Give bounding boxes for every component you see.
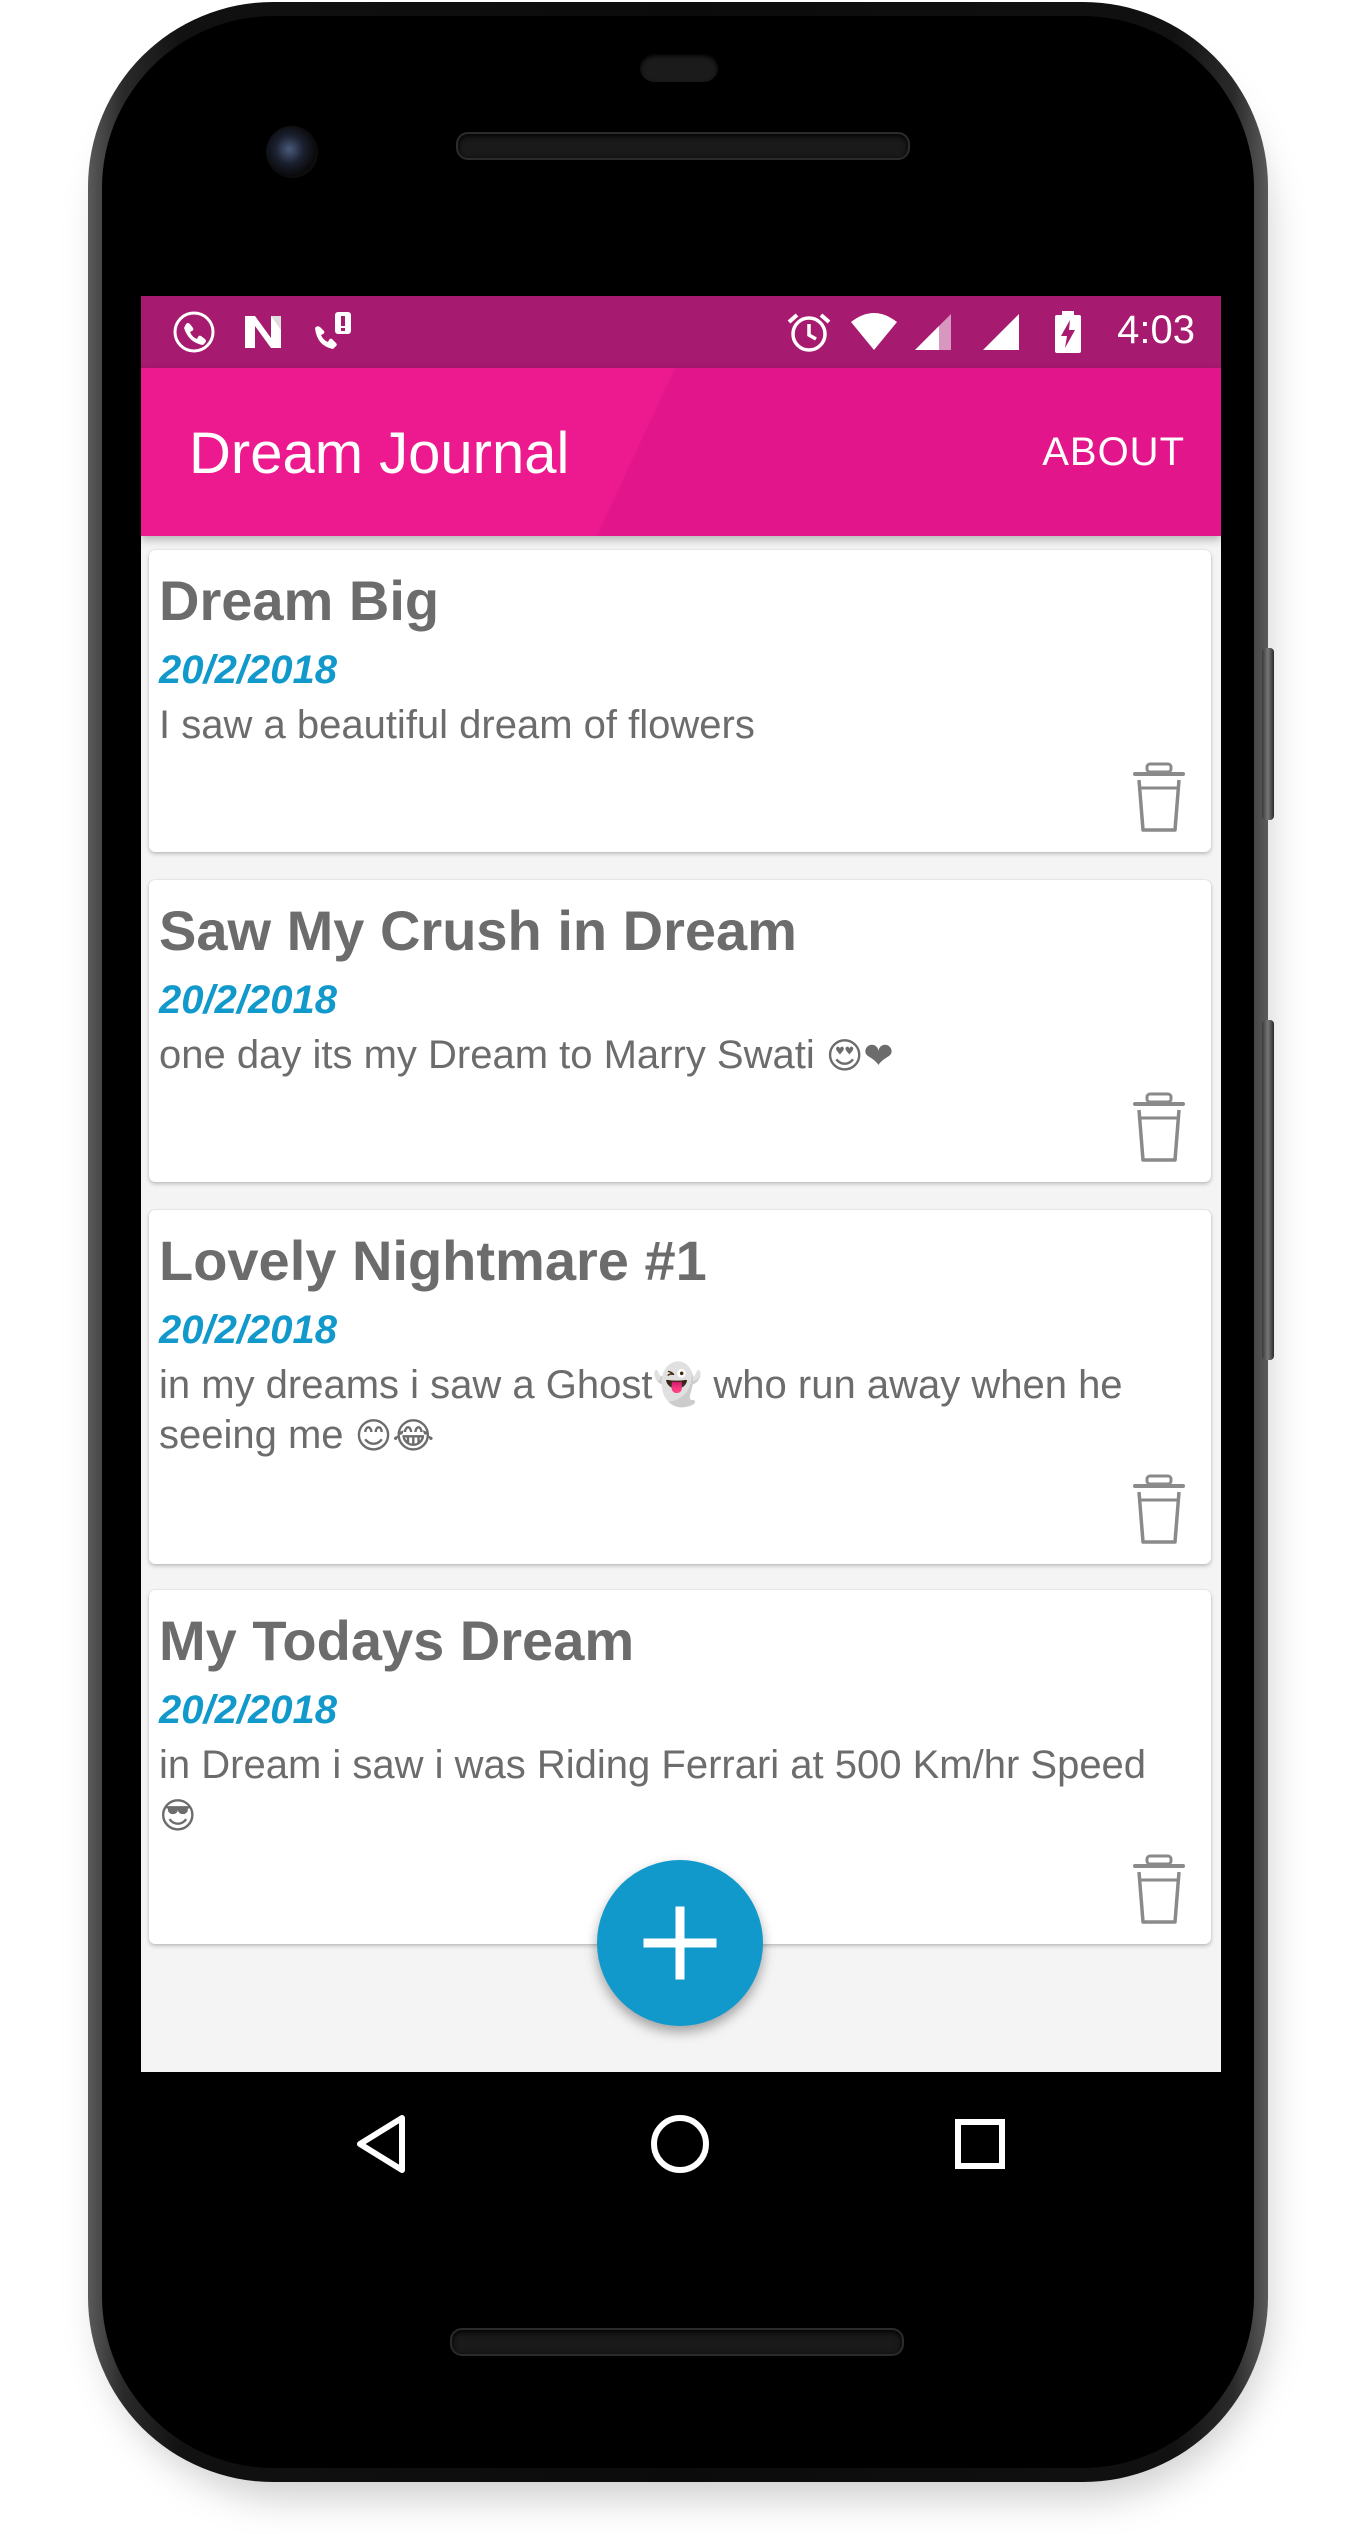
screen: 4:03 Dream Journal ABOUT Dream Big 20/2/…	[141, 296, 1221, 2072]
about-button[interactable]: ABOUT	[1042, 430, 1185, 475]
dream-emojis: 😍❤	[825, 1036, 894, 1077]
dream-card[interactable]: Saw My Crush in Dream 20/2/2018 one day …	[149, 880, 1211, 1182]
status-bar: 4:03	[141, 296, 1221, 368]
battery-charging-icon	[1055, 311, 1081, 353]
trash-icon[interactable]	[1131, 1474, 1187, 1546]
home-icon[interactable]	[648, 2112, 712, 2176]
volume-button	[1262, 1020, 1274, 1360]
trash-icon[interactable]	[1131, 1854, 1187, 1926]
signal-full-icon	[983, 314, 1019, 350]
wifi-icon	[851, 313, 897, 350]
n-logo-icon	[245, 316, 281, 348]
plus-icon	[643, 1906, 717, 1980]
trash-icon[interactable]	[1131, 762, 1187, 834]
dream-emojis: 😎	[159, 1796, 197, 1837]
dream-text: I saw a beautiful dream of flowers	[159, 703, 755, 747]
dream-text: in Dream i saw i was Riding Ferrari at 5…	[159, 1743, 1147, 1787]
dream-title: Lovely Nightmare #1	[159, 1229, 707, 1292]
app-title: Dream Journal	[189, 421, 570, 486]
add-dream-button[interactable]	[597, 1860, 763, 2026]
clock: 4:03	[1117, 308, 1195, 352]
dream-description: I saw a beautiful dream of flowers	[159, 700, 1189, 750]
dream-date: 20/2/2018	[159, 1308, 337, 1352]
power-button	[1262, 648, 1274, 820]
dream-card[interactable]: Lovely Nightmare #1 20/2/2018 in my drea…	[149, 1210, 1211, 1564]
dream-date: 20/2/2018	[159, 1688, 337, 1732]
app-bar: Dream Journal ABOUT	[141, 368, 1221, 536]
recents-icon[interactable]	[954, 2118, 1006, 2170]
device-mockup: 4:03 Dream Journal ABOUT Dream Big 20/2/…	[0, 0, 1370, 2534]
dream-description: in Dream i saw i was Riding Ferrari at 5…	[159, 1740, 1189, 1842]
dream-description: one day its my Dream to Marry Swati 😍❤	[159, 1030, 1189, 1082]
signal-icon	[915, 314, 951, 350]
bottom-speaker	[450, 2328, 904, 2356]
earpiece-speaker	[456, 132, 910, 160]
dream-emojis: 😊😂	[354, 1416, 435, 1457]
back-icon[interactable]	[352, 2112, 408, 2176]
dream-date: 20/2/2018	[159, 978, 337, 1022]
dream-text: in my dreams i saw a Ghost👻 who run away…	[159, 1363, 1123, 1457]
dream-title: My Todays Dream	[159, 1609, 635, 1672]
alarm-icon	[787, 313, 831, 352]
dream-description: in my dreams i saw a Ghost👻 who run away…	[159, 1360, 1189, 1462]
call-icon	[173, 311, 215, 353]
dream-title: Saw My Crush in Dream	[159, 899, 797, 962]
trash-icon[interactable]	[1131, 1092, 1187, 1164]
dream-card[interactable]: Dream Big 20/2/2018 I saw a beautiful dr…	[149, 550, 1211, 852]
front-camera	[266, 126, 318, 178]
dream-text: one day its my Dream to Marry Swati	[159, 1033, 815, 1077]
dream-date: 20/2/2018	[159, 648, 337, 692]
missed-call-icon	[315, 312, 351, 349]
proximity-sensor	[640, 54, 718, 82]
dream-title: Dream Big	[159, 569, 440, 632]
